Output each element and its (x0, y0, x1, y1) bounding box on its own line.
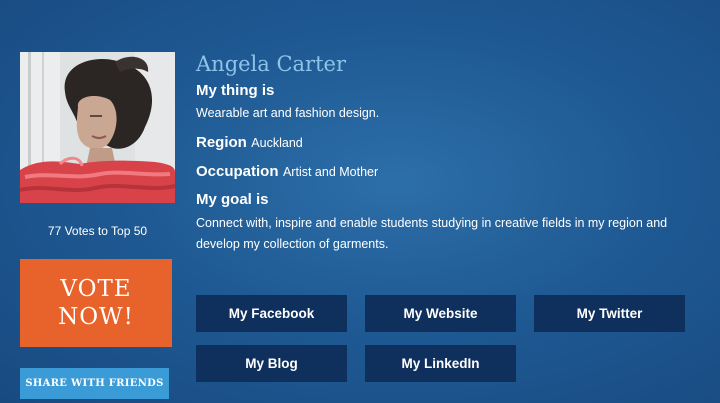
occupation-label: Occupation (196, 163, 279, 180)
profile-photo-image (20, 52, 175, 203)
share-with-friends-button[interactable]: SHARE WITH FRIENDS (20, 368, 169, 399)
occupation-value: Artist and Mother (282, 165, 379, 179)
my-facebook-button[interactable]: My Facebook (196, 295, 347, 332)
profile-name: Angela Carter (196, 52, 347, 76)
region-row: Region Auckland (196, 134, 303, 152)
vote-now-label: VOTE NOW! (58, 276, 134, 330)
my-website-button[interactable]: My Website (365, 295, 516, 332)
my-goal-label: My goal is (196, 191, 269, 208)
my-linkedin-button[interactable]: My LinkedIn (365, 345, 516, 382)
region-label: Region (196, 134, 247, 151)
votes-to-top-50: 77 Votes to Top 50 (47, 224, 148, 238)
region-value: Auckland (251, 136, 303, 150)
my-thing-value: Wearable art and fashion design. (196, 106, 380, 120)
my-thing-label: My thing is (196, 82, 275, 99)
my-twitter-button[interactable]: My Twitter (534, 295, 685, 332)
my-goal-value: Connect with, inspire and enable student… (196, 216, 668, 251)
occupation-row: Occupation Artist and Mother (196, 163, 378, 181)
profile-photo (20, 52, 175, 203)
vote-now-button[interactable]: VOTE NOW! (20, 259, 172, 347)
my-blog-button[interactable]: My Blog (196, 345, 347, 382)
